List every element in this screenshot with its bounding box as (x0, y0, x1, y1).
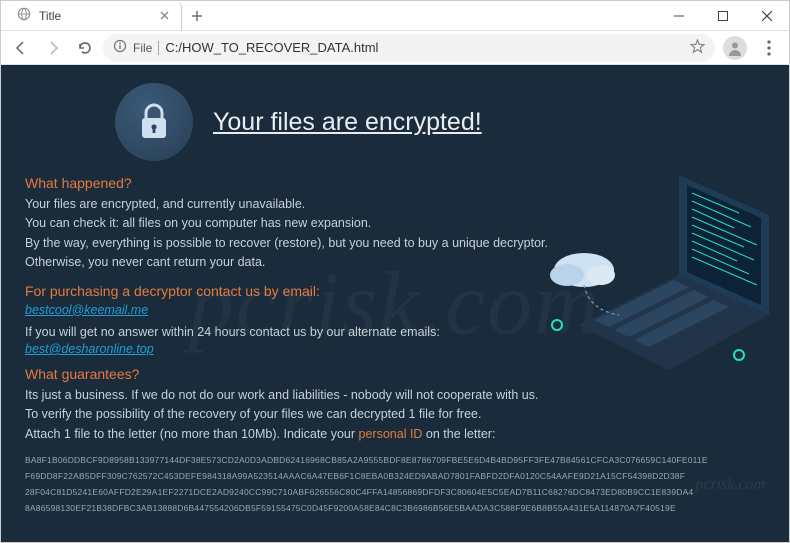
personal-id-label: personal ID (359, 427, 423, 441)
section-title-contact: For purchasing a decryptor contact us by… (25, 283, 765, 299)
new-tab-button[interactable] (184, 3, 210, 29)
contact-email-primary[interactable]: bestcool@keemail.me (25, 303, 148, 317)
profile-avatar[interactable] (723, 36, 747, 60)
browser-window: Title File C:/HOW_TO_RECOVER_DATA.html (0, 0, 790, 543)
id-line: F69DD8F22AB5DFF309C762572C453DEFE984318A… (25, 468, 765, 484)
section-title-guarantees: What guarantees? (25, 366, 765, 382)
file-info-icon[interactable] (113, 39, 127, 56)
section-title-what-happened: What happened? (25, 175, 765, 191)
back-button[interactable] (7, 34, 35, 62)
address-text: C:/HOW_TO_RECOVER_DATA.html (165, 40, 684, 55)
bookmark-star-icon[interactable] (690, 39, 705, 57)
titlebar: Title (1, 1, 789, 31)
body-text: To verify the possibility of the recover… (25, 405, 765, 424)
maximize-button[interactable] (701, 1, 745, 31)
body-text: Your files are encrypted, and currently … (25, 195, 765, 214)
close-window-button[interactable] (745, 1, 789, 31)
body-text: If you will get no answer within 24 hour… (25, 323, 765, 342)
id-line: BA8F1B06DDBCF9D8958B133977144DF38E573CD2… (25, 452, 765, 468)
menu-button[interactable] (755, 34, 783, 62)
body-text: By the way, everything is possible to re… (25, 234, 765, 253)
file-badge: File (133, 41, 159, 55)
forward-button[interactable] (39, 34, 67, 62)
id-block: BA8F1B06DDBCF9D8958B133977144DF38E573CD2… (25, 452, 765, 517)
body-text: Attach 1 file to the letter (no more tha… (25, 425, 765, 444)
id-line: 28F04C81D5241E60AFFD2E29A1EF2271DCE2AD92… (25, 484, 765, 500)
hero: Your files are encrypted! (25, 83, 765, 161)
window-controls (657, 1, 789, 31)
id-line: 8A86598130EF21B38DFBC3AB13888D6B44755420… (25, 500, 765, 516)
minimize-button[interactable] (657, 1, 701, 31)
contact-email-alternate[interactable]: best@desharonline.top (25, 342, 154, 356)
body-text: on the letter: (422, 427, 495, 441)
tab-title: Title (39, 9, 149, 23)
body-text: Otherwise, you never cant return your da… (25, 253, 765, 272)
body-text: You can check it: all files on you compu… (25, 214, 765, 233)
browser-tab[interactable]: Title (7, 1, 182, 30)
lock-icon (115, 83, 193, 161)
body-text: Its just a business. If we do not do our… (25, 386, 765, 405)
reload-button[interactable] (71, 34, 99, 62)
address-bar[interactable]: File C:/HOW_TO_RECOVER_DATA.html (103, 34, 715, 62)
hero-title: Your files are encrypted! (213, 108, 482, 137)
toolbar: File C:/HOW_TO_RECOVER_DATA.html (1, 31, 789, 65)
body-text: Attach 1 file to the letter (no more tha… (25, 427, 359, 441)
page-content: pcrisk.com Your files are encrypted! Wha… (1, 65, 789, 542)
globe-icon (17, 7, 31, 24)
tab-close-icon[interactable] (157, 9, 171, 23)
